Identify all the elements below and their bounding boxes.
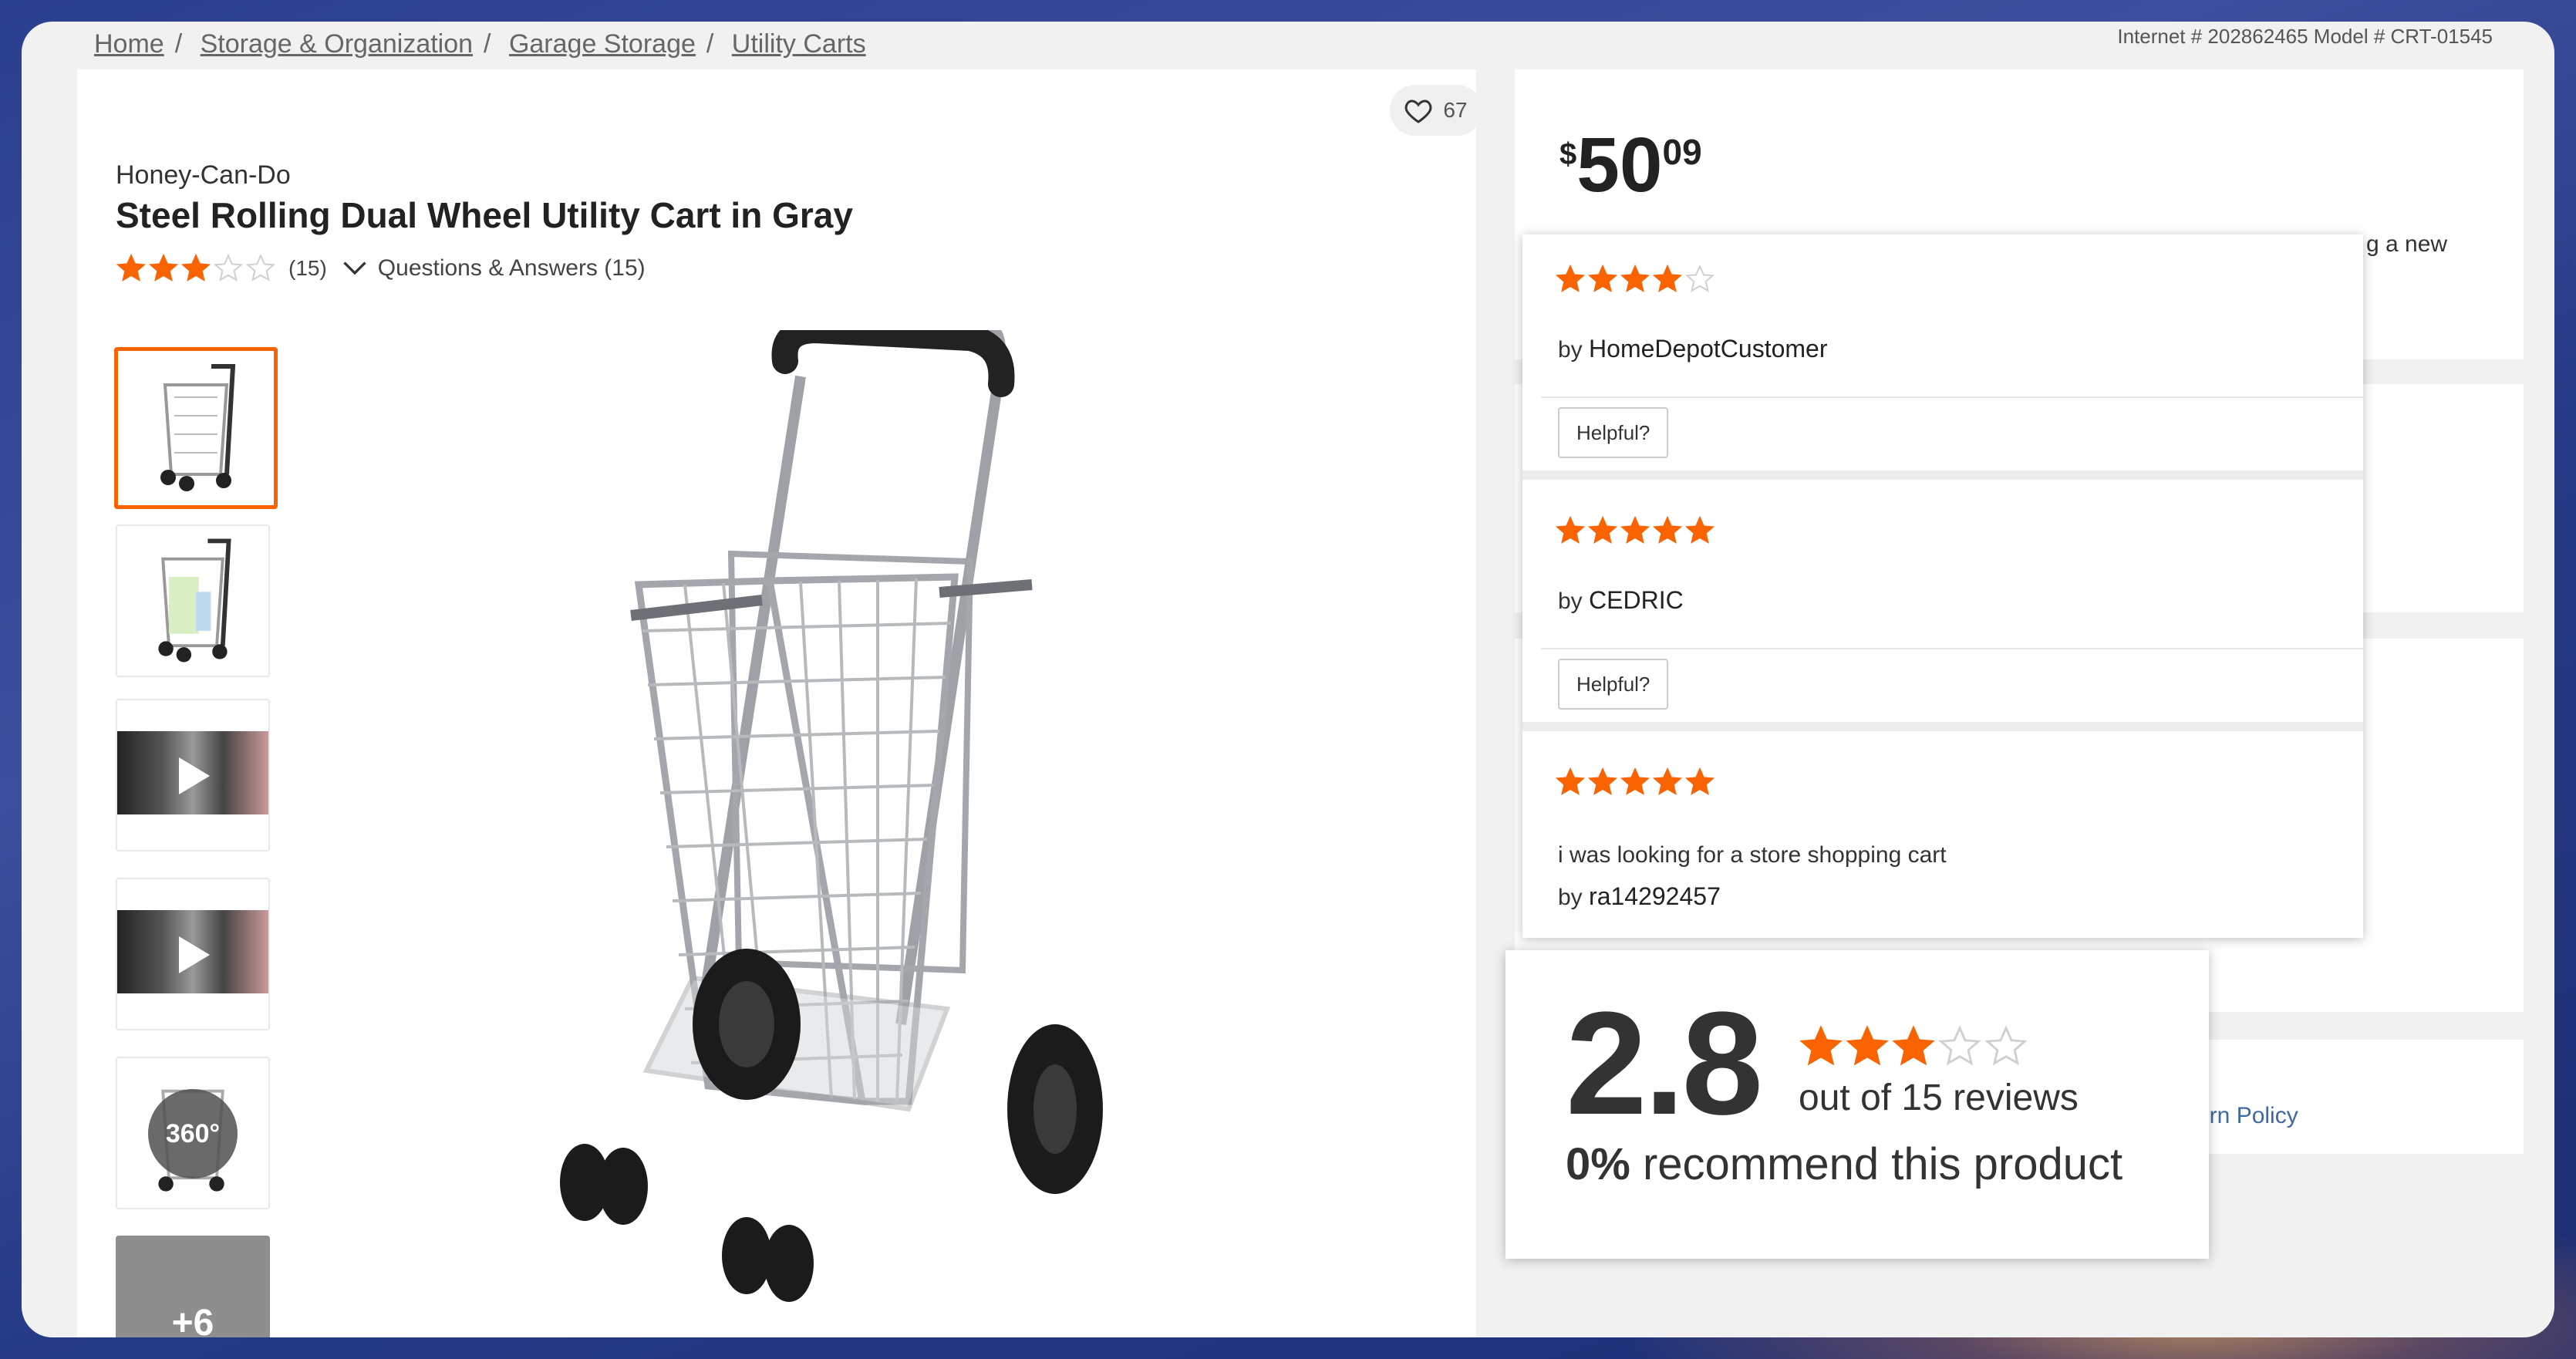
star-filled-icon [1587,767,1618,795]
star-empty-icon [1938,1025,1981,1066]
thumbnail-cart-front[interactable] [114,347,278,509]
star-empty-icon [1984,1025,2028,1066]
price-dollars: 50 [1576,122,1663,208]
review-author: by ra14292457 [1558,882,1721,911]
price-currency: $ [1559,137,1577,171]
breadcrumb-utility-carts[interactable]: Utility Carts [732,29,866,59]
more-thumbnails-count: +6 [171,1303,214,1337]
browser-window: Home / Storage & Organization / Garage Sto… [22,22,2554,1337]
review-stars [1555,515,1715,546]
product-brand[interactable]: Honey-Can-Do [116,160,291,191]
star-empty-icon [213,253,244,282]
star-filled-icon [1684,767,1715,795]
star-empty-icon [1684,264,1715,292]
star-filled-icon [1799,1025,1843,1066]
star-filled-icon [1620,767,1650,795]
star-filled-icon [180,253,211,282]
helpful-button[interactable]: Helpful? [1558,659,1669,710]
star-filled-icon [116,253,147,282]
questions-answers-link[interactable]: Questions & Answers (15) [378,255,646,282]
star-filled-icon [1620,264,1650,292]
thumbnail-video-2[interactable] [116,878,270,1030]
favorites-count: 67 [1443,98,1468,122]
review-author-prefix: by [1558,588,1583,614]
star-filled-icon [148,253,179,282]
star-filled-icon [1555,515,1586,544]
helpful-button[interactable]: Helpful? [1558,407,1669,458]
review-author-name: CEDRIC [1589,586,1684,614]
model-number-line: Internet # 202862465 Model # CRT-01545 [2117,25,2493,48]
star-filled-icon [1846,1025,1889,1066]
cart-thumbnail-image [160,364,236,491]
star-filled-icon [1652,767,1683,795]
favorite-button[interactable]: 67 [1390,85,1482,136]
review-stars [1555,264,1715,295]
star-filled-icon [1620,515,1650,544]
breadcrumb-home[interactable]: Home [94,29,164,59]
star-filled-icon [1587,264,1618,292]
chevron-down-icon[interactable] [341,255,369,282]
return-policy-link[interactable]: urn Policy [2197,1103,2298,1129]
reviews-popup: by HomeDepotCustomer Helpful? by CEDRIC … [1522,234,2363,938]
thumbnail-more[interactable]: +6 [116,1236,270,1337]
review-text: i was looking for a store shopping cart [1558,842,1947,868]
product-main-image[interactable] [507,330,1202,1333]
review-separator [1522,470,2363,480]
review-author-name: HomeDepotCustomer [1589,335,1828,363]
review-author: by HomeDepotCustomer [1558,335,1827,363]
rating-summary: 2.8 out of 15 reviews 0% recommend this … [1505,950,2209,1259]
promo-text-partial: g a new [2366,231,2448,257]
summary-stars [1799,1024,2028,1069]
thumbnail-video-1[interactable] [116,699,270,851]
thumbnail-cart-loaded[interactable] [116,524,270,677]
star-filled-icon [1555,767,1586,795]
product-title: Steel Rolling Dual Wheel Utility Cart in… [116,195,853,235]
breadcrumb: Home / Storage & Organization / Garage Sto… [94,29,866,59]
breadcrumb-storage-organization[interactable]: Storage & Organization [201,29,473,59]
divider [1541,396,2363,398]
rating-count[interactable]: (15) [288,256,327,281]
star-filled-icon [1652,264,1683,292]
product-price: $ 50 09 [1559,126,1702,204]
play-icon [179,936,210,973]
recommend-label: 0% recommend this product [1566,1138,2123,1190]
review-separator [1522,722,2363,731]
price-cents: 09 [1662,132,1702,172]
star-filled-icon [1684,515,1715,544]
review-author: by CEDRIC [1558,586,1684,615]
product-rating-stars[interactable] [116,253,276,284]
cart-loaded-thumbnail-image [158,538,231,663]
review-count-label: out of 15 reviews [1799,1077,2079,1118]
review-stars [1555,767,1715,798]
review-author-prefix: by [1558,337,1583,363]
product-rating-row: (15) Questions & Answers (15) [116,253,646,284]
heart-icon [1405,99,1432,123]
star-empty-icon [245,253,276,282]
star-filled-icon [1652,515,1683,544]
star-filled-icon [1892,1025,1935,1066]
thumbnail-360-view[interactable]: 360° [116,1057,270,1209]
divider [1541,648,2363,649]
breadcrumb-garage-storage[interactable]: Garage Storage [509,29,696,59]
recommend-text: recommend this product [1630,1139,2123,1189]
recommend-percent: 0% [1566,1139,1630,1189]
360-view-icon: 360° [148,1089,238,1179]
star-filled-icon [1555,264,1586,292]
star-filled-icon [1587,515,1618,544]
review-author-name: ra14292457 [1589,882,1721,910]
play-icon [179,757,210,794]
average-rating: 2.8 [1566,982,1763,1145]
review-author-prefix: by [1558,885,1583,910]
